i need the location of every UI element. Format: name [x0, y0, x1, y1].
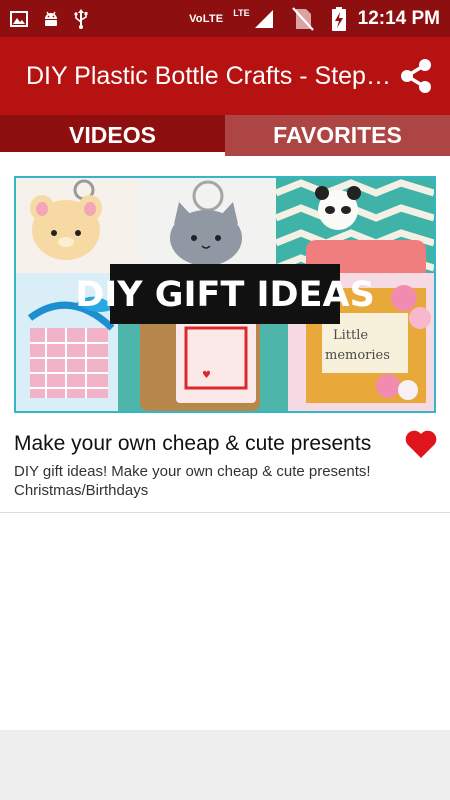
video-list: ♥ Little memories DIY GIFT IDEAS Make yo…: [0, 156, 450, 730]
svg-text:♥: ♥: [202, 370, 211, 381]
tab-bar: VIDEOS FAVORITES: [0, 115, 450, 156]
heart-icon: [405, 430, 437, 458]
app-title: DIY Plastic Bottle Crafts - Step by Step: [26, 61, 392, 90]
thumbnail-caption: DIY GIFT IDEAS: [75, 275, 375, 315]
thumbnail-little: Little: [333, 328, 368, 343]
app-toolbar: DIY Plastic Bottle Crafts - Step by Step: [0, 37, 450, 115]
no-sim-icon: [291, 6, 314, 31]
video-card[interactable]: ♥ Little memories DIY GIFT IDEAS Make yo…: [0, 156, 450, 513]
empty-footer-area: [0, 730, 450, 800]
tab-videos[interactable]: VIDEOS: [0, 115, 225, 156]
favorite-button[interactable]: [404, 429, 438, 459]
video-title[interactable]: Make your own cheap & cute presents: [14, 432, 371, 456]
gallery-icon: [10, 10, 28, 27]
video-thumbnail[interactable]: ♥ Little memories DIY GIFT IDEAS: [14, 176, 436, 413]
thumbnail-memories: memories: [325, 348, 390, 363]
battery-charging-icon: [331, 6, 346, 31]
signal-icon: [254, 9, 274, 29]
lte-indicator: LTE: [233, 7, 250, 18]
video-description: DIY gift ideas! Make your own cheap & cu…: [14, 463, 371, 499]
usb-icon: [74, 8, 88, 29]
android-icon: [42, 10, 60, 28]
status-bar: VoLTE LTE 12:14 PM: [0, 0, 450, 37]
status-time: 12:14 PM: [357, 7, 440, 29]
share-button[interactable]: [396, 56, 436, 96]
volte-indicator: VoLTE: [189, 12, 224, 25]
share-icon: [401, 59, 431, 93]
tab-favorites[interactable]: FAVORITES: [225, 115, 450, 156]
